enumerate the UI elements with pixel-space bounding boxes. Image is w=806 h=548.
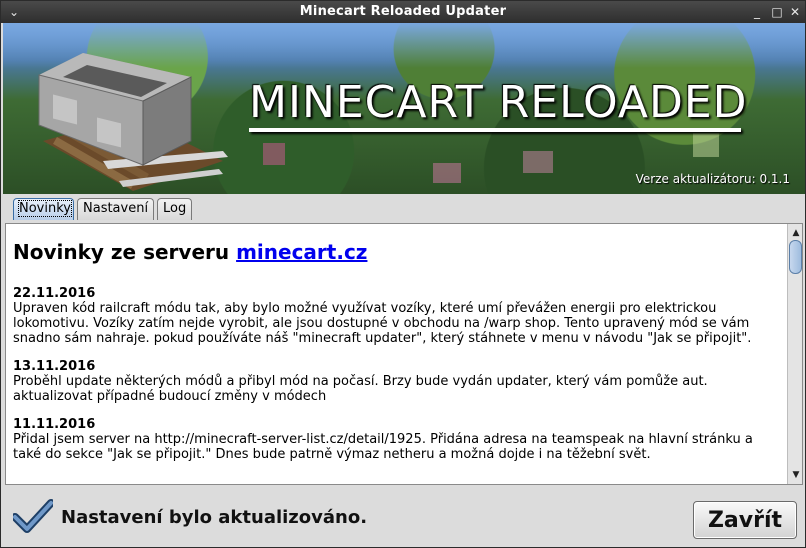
news-date: 11.11.2016	[13, 417, 96, 432]
close-button[interactable]: Zavřít	[693, 501, 797, 539]
news-entry: 22.11.2016 Upraven kód railcraft módu ta…	[13, 286, 785, 346]
tab-label: Log	[163, 201, 187, 216]
scroll-up-icon[interactable]: ▲	[790, 228, 802, 238]
title-bar[interactable]: ⌄ Minecart Reloaded Updater _ □ ✕	[1, 1, 805, 23]
tab-bar: Novinky Nastavení Log	[3, 194, 805, 221]
foliage-block	[693, 133, 719, 157]
scroll-down-icon[interactable]: ▼	[790, 470, 802, 480]
news-date: 13.11.2016	[13, 359, 96, 374]
news-text: Proběhl update některých módů a přibyl m…	[13, 374, 708, 404]
status-message: Nastavení bylo aktualizováno.	[61, 507, 368, 528]
foliage-block	[433, 163, 461, 183]
minimize-icon[interactable]: _	[749, 4, 765, 20]
maximize-icon[interactable]: □	[769, 4, 785, 20]
tab-label: Novinky	[18, 200, 72, 217]
news-text: Přidal jsem server na http://minecraft-s…	[13, 432, 753, 462]
tab-log[interactable]: Log	[157, 198, 192, 220]
news-entry: 11.11.2016 Přidal jsem server na http://…	[13, 417, 785, 462]
window-title: Minecart Reloaded Updater	[299, 4, 507, 19]
banner-underline	[249, 128, 741, 132]
updater-window: ⌄ Minecart Reloaded Updater _ □ ✕ MINECA…	[0, 0, 806, 548]
vertical-scrollbar[interactable]: ▲ ▼	[787, 224, 802, 484]
minecart-link[interactable]: minecart.cz	[236, 240, 367, 264]
tab-novinky[interactable]: Novinky	[13, 198, 74, 220]
news-heading-text: Novinky ze serveru	[13, 240, 237, 264]
checkmark-icon	[13, 499, 53, 533]
close-window-icon[interactable]: ✕	[787, 4, 803, 20]
header-banner: MINECART RELOADED Verze aktualizátoru: 0…	[3, 23, 805, 194]
news-date: 22.11.2016	[13, 286, 96, 301]
news-entry: 13.11.2016 Proběhl update některých módů…	[13, 359, 785, 404]
news-heading: Novinky ze serveru minecart.cz	[13, 240, 785, 264]
status-bar: Nastavení bylo aktualizováno. Zavřít	[3, 487, 805, 547]
news-panel: Novinky ze serveru minecart.cz 22.11.201…	[5, 223, 803, 485]
tab-nastaveni[interactable]: Nastavení	[77, 198, 154, 220]
news-text: Upraven kód railcraft módu tak, aby bylo…	[13, 301, 752, 346]
foliage-block	[263, 143, 285, 165]
foliage-block	[523, 151, 553, 173]
news-content: Novinky ze serveru minecart.cz 22.11.201…	[13, 224, 785, 475]
scrollbar-thumb[interactable]	[789, 240, 802, 274]
updater-version: Verze aktualizátoru: 0.1.1	[635, 172, 790, 186]
minecart-logo-icon	[38, 53, 228, 191]
banner-title: MINECART RELOADED	[249, 77, 748, 128]
tab-label: Nastavení	[83, 201, 149, 216]
